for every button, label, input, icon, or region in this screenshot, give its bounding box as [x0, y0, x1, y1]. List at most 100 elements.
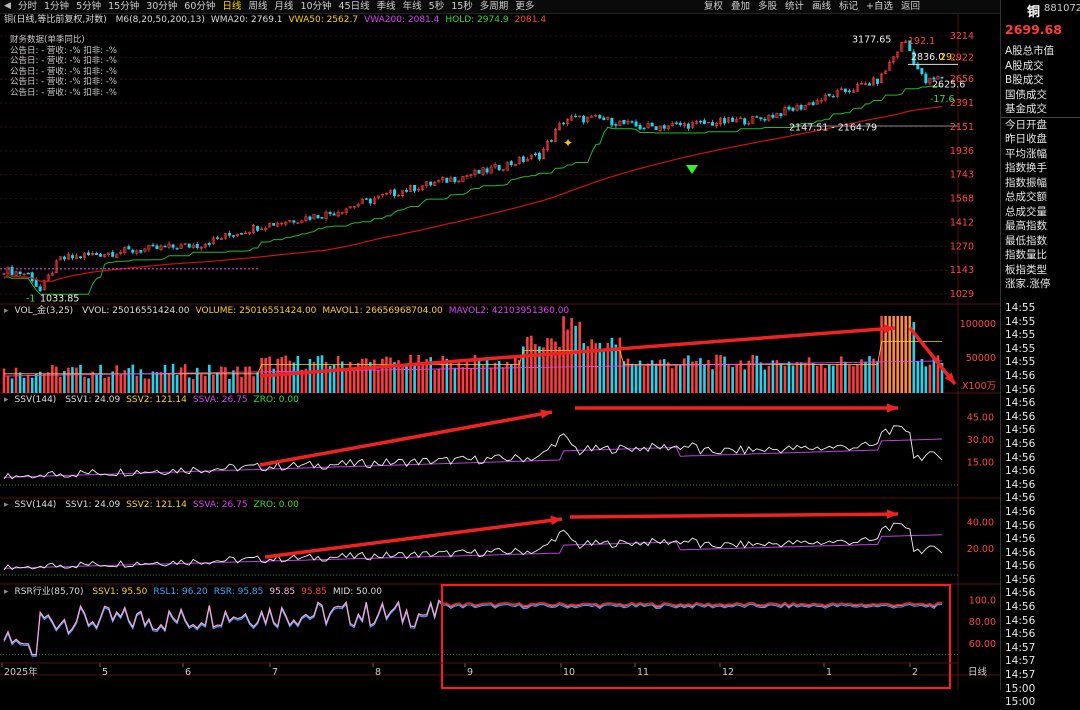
tool-button[interactable]: 多股 — [758, 0, 777, 13]
back-arrow-icon[interactable]: ◀ — [4, 1, 13, 12]
indicator-value: MAVOL2: 42103951360.00 — [448, 306, 570, 316]
ssv1-arrow — [259, 410, 553, 467]
quote-field[interactable]: A股成交 — [1001, 59, 1080, 74]
quote-field[interactable]: 板指类型 — [1001, 263, 1080, 278]
ssv2-icon: ▸ — [4, 500, 9, 510]
rsr-title: RSR行业(85,70) — [14, 587, 84, 597]
x-axis-label: 2025年 — [4, 666, 38, 678]
volume-bar — [900, 316, 904, 393]
volume-bar — [546, 338, 549, 393]
period-tab[interactable]: 季线 — [377, 0, 396, 13]
tick-time: 14:56 — [1005, 424, 1036, 437]
tool-button[interactable]: +自选 — [866, 0, 893, 13]
quote-field[interactable]: 今日开盘 — [1001, 116, 1080, 133]
candle-body — [602, 117, 606, 121]
candle-body — [549, 140, 553, 142]
volume-bar — [799, 362, 803, 393]
volume-bar — [107, 376, 110, 393]
tool-button[interactable]: 画线 — [812, 0, 831, 13]
period-tab[interactable]: 10分钟 — [300, 0, 331, 13]
y-tick-label: 1568 — [950, 194, 974, 205]
volume-bar — [751, 354, 755, 393]
period-tab[interactable]: 5分钟 — [76, 0, 101, 13]
candle-body — [453, 176, 457, 183]
quote-field[interactable]: B股成交 — [1001, 73, 1080, 88]
period-tab[interactable]: 年线 — [403, 0, 422, 13]
volume-bar — [167, 372, 171, 393]
tool-button[interactable]: 标记 — [839, 0, 858, 13]
quote-field[interactable]: 涨家.涨停 — [1001, 277, 1080, 292]
period-tab[interactable]: 日线 — [222, 0, 241, 13]
volume-bar — [26, 374, 30, 393]
quote-field[interactable]: 昨日收盘 — [1001, 132, 1080, 147]
candle-body — [771, 114, 775, 118]
volume-bar — [195, 367, 199, 393]
volume-bar — [413, 364, 416, 393]
high-pct-label: 192.1 — [908, 36, 935, 47]
y-tick-label: 1412 — [950, 217, 974, 228]
volume-bar — [336, 355, 340, 393]
candle-body — [759, 117, 763, 120]
tool-button[interactable]: 返回 — [901, 0, 920, 13]
candle-body — [831, 96, 835, 98]
low-label: 1033.85 — [40, 294, 79, 305]
right-info-panel: 铜 881072 2699.68 A股总市值 A股成交 B股成交 国债成交 基金成交 今日… — [1000, 0, 1080, 708]
period-tab[interactable]: 周线 — [248, 0, 267, 13]
candle-body — [847, 90, 851, 92]
quote-field[interactable]: 指数量比 — [1001, 248, 1080, 263]
period-tab[interactable]: 分时 — [18, 0, 37, 13]
quote-field[interactable]: 指数换手 — [1001, 161, 1080, 176]
ssv2-indicator-bar: ▸ SSV(144) SSV1: 24.09 SSV2: 121.14 SSVA: 2… — [4, 500, 311, 511]
quote-field[interactable]: 指数振幅 — [1001, 176, 1080, 191]
indicator-value: ZRO: 0.00 — [253, 500, 299, 510]
volume-bar — [497, 360, 501, 393]
candle-body — [477, 170, 481, 174]
volume-bar — [763, 369, 767, 393]
period-tab[interactable]: 5秒 — [429, 0, 445, 13]
period-tab[interactable]: 15分钟 — [108, 0, 139, 13]
candle-body — [151, 244, 155, 247]
volume-bar — [791, 365, 795, 393]
volume-bar — [55, 366, 58, 393]
period-tab[interactable]: 45日线 — [339, 0, 370, 13]
period-tab[interactable]: 1分钟 — [44, 0, 69, 13]
quote-field[interactable]: 国债成交 — [1001, 88, 1080, 103]
tick-time: 14:56 — [1005, 587, 1036, 600]
tool-button[interactable]: 叠加 — [731, 0, 750, 13]
tool-button[interactable]: 统计 — [785, 0, 804, 13]
volume-bar — [666, 362, 670, 393]
volume-bar — [6, 376, 10, 393]
quote-field[interactable]: 平均涨幅 — [1001, 147, 1080, 162]
volume-bar — [256, 372, 259, 393]
volume-bar — [212, 374, 215, 393]
tick-time: 14:56 — [1005, 614, 1036, 627]
period-toolbar: ◀ 分时 1分钟 5分钟 15分钟 30分钟 60分钟 日线 周线 月线 10分钟 45日线 季线 年线… — [0, 0, 1000, 14]
period-tab[interactable]: 60分钟 — [184, 0, 215, 13]
quote-field[interactable]: 最低指数 — [1001, 234, 1080, 249]
period-tab[interactable]: 15秒 — [451, 0, 473, 13]
tick-time: 14:56 — [1005, 465, 1036, 478]
volume-bar — [203, 375, 207, 393]
rsr-y-tick: 80.00 — [969, 617, 996, 628]
quote-field[interactable]: 总成交量 — [1001, 205, 1080, 220]
candle-body — [175, 248, 179, 250]
volume-bar — [654, 363, 658, 393]
x-axis-period: 日线 — [968, 666, 988, 678]
volume-bar — [924, 366, 928, 393]
quote-field[interactable]: 总成交额 — [1001, 190, 1080, 205]
tool-button[interactable]: 复权 — [704, 0, 723, 13]
indicator-value: VWA200: 2081.4 — [364, 15, 440, 25]
volume-bar — [187, 377, 191, 393]
quote-field[interactable]: 最高指数 — [1001, 219, 1080, 234]
volume-bar — [771, 360, 775, 393]
period-tab[interactable]: 月线 — [274, 0, 293, 13]
volume-bar — [614, 344, 618, 393]
period-tab[interactable]: 30分钟 — [146, 0, 177, 13]
volume-bar — [461, 367, 465, 393]
period-tab[interactable]: 多周期 — [480, 0, 509, 13]
period-tab[interactable]: 更多 — [515, 0, 534, 13]
candle-body — [413, 185, 417, 192]
quote-field[interactable]: A股总市值 — [1001, 44, 1080, 59]
quote-header: 铜 881072 2699.68 — [1001, 0, 1080, 40]
quote-field[interactable]: 基金成交 — [1001, 102, 1080, 117]
